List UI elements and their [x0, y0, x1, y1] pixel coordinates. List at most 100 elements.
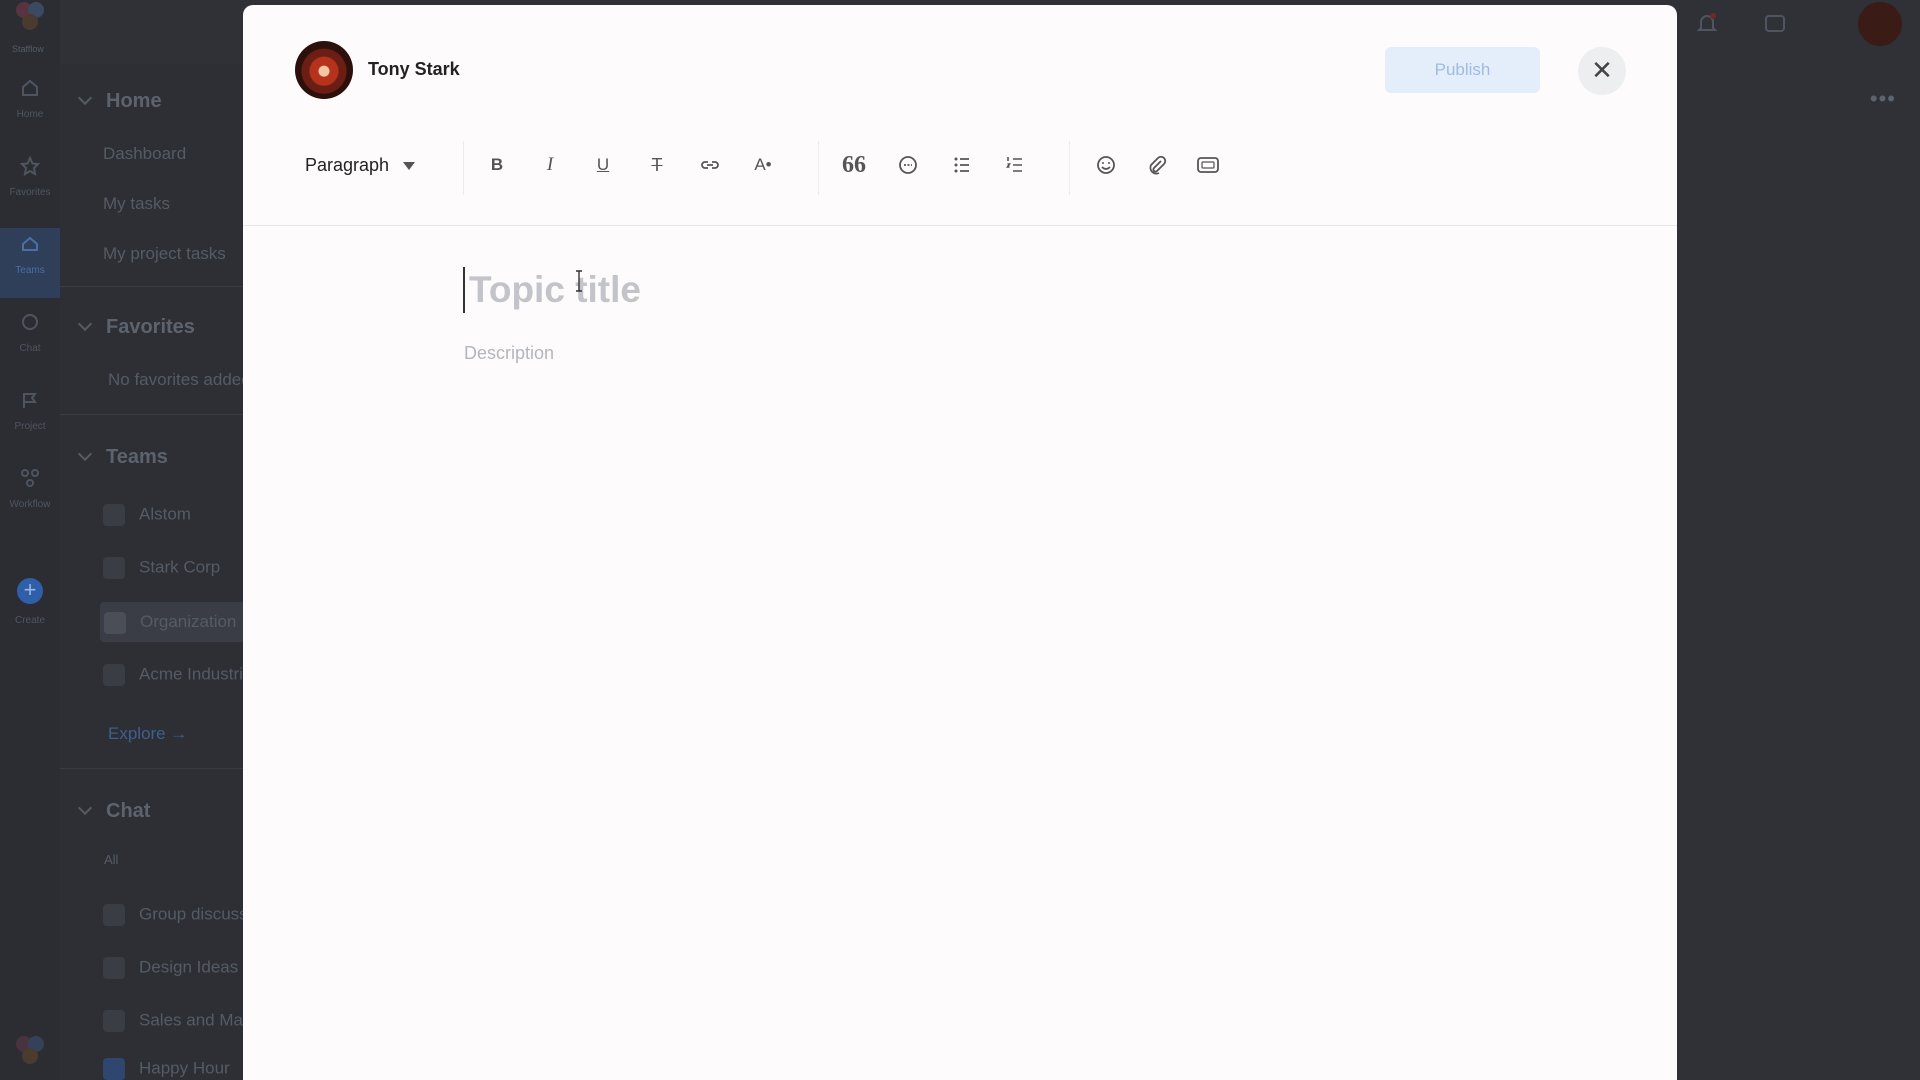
app-logo[interactable]: Stafflow	[12, 0, 48, 54]
author-avatar	[295, 41, 353, 99]
rail-item-workflow[interactable]: Workflow	[0, 462, 60, 532]
divider	[60, 286, 245, 287]
italic-button[interactable]: I	[532, 147, 568, 183]
user-avatar[interactable]	[1858, 2, 1902, 46]
chat-group-icon	[103, 957, 125, 979]
quote-icon: 66	[842, 152, 866, 178]
app-rail: Stafflow Home Favorites Teams Chat Proje…	[0, 0, 60, 1080]
publish-button[interactable]: Publish	[1385, 47, 1540, 93]
flag-icon	[23, 393, 37, 408]
sidebar-item-my-project-tasks[interactable]: My project tasks	[103, 244, 226, 264]
chat-group-icon	[103, 904, 125, 926]
chevron-down-icon	[77, 446, 93, 462]
rail-item-home[interactable]: Home	[0, 72, 60, 142]
rail-item-chat[interactable]: Chat	[0, 306, 60, 376]
rail-label: Create	[14, 615, 45, 626]
rail-item-teams[interactable]: Teams	[0, 228, 60, 298]
team-icon	[22, 236, 38, 251]
team-icon	[103, 664, 125, 686]
toolbar-divider	[463, 141, 464, 195]
team-icon	[103, 557, 125, 579]
workflow-icon	[21, 469, 39, 487]
rail-label: Favorites	[9, 187, 51, 198]
chevron-down-icon	[77, 90, 93, 106]
code-icon	[899, 156, 917, 174]
font-size-icon: A•	[754, 155, 772, 174]
caret-down-icon	[403, 162, 416, 171]
emoji-icon	[1097, 156, 1115, 174]
explore-link[interactable]: Explore →	[108, 724, 187, 744]
chat-icon	[22, 314, 38, 330]
link-button[interactable]	[692, 147, 728, 183]
gif-icon	[1197, 157, 1219, 173]
bulleted-list-button[interactable]	[944, 147, 980, 183]
description-input[interactable]: Description	[464, 343, 554, 364]
blockquote-button[interactable]: 66	[836, 147, 872, 183]
close-icon: ✕	[1591, 55, 1613, 85]
divider	[60, 414, 245, 415]
emoji-button[interactable]	[1088, 147, 1124, 183]
chevron-down-icon	[77, 316, 93, 332]
toolbar-divider	[818, 141, 819, 195]
numbered-list-button[interactable]	[997, 147, 1033, 183]
chat-group-icon	[103, 1010, 125, 1032]
plus-icon: +	[17, 578, 43, 604]
toolbar-divider	[1069, 141, 1070, 195]
team-item-organization[interactable]: Organization	[100, 602, 254, 642]
home-icon	[22, 79, 38, 96]
author-name: Tony Stark	[368, 59, 460, 79]
chat-filter-all[interactable]: All	[104, 852, 118, 867]
help-icon[interactable]	[1762, 12, 1788, 38]
chat-item-happy-hour[interactable]: Happy Hour	[103, 1058, 230, 1080]
strikethrough-icon: T	[651, 155, 663, 175]
create-topic-modal: Tony Stark Publish ✕ Paragraph B I U T A…	[243, 5, 1677, 1080]
modal-header: Tony Stark Publish ✕	[243, 5, 1677, 135]
sidebar-section-favorites[interactable]: Favorites	[77, 316, 195, 339]
bulleted-list-icon	[954, 157, 969, 173]
paperclip-icon	[1149, 155, 1167, 175]
bold-icon: B	[490, 155, 504, 174]
divider	[60, 768, 245, 769]
bold-button[interactable]: B	[479, 147, 515, 183]
chevron-down-icon	[77, 800, 93, 816]
gif-button[interactable]	[1190, 147, 1226, 183]
star-icon	[20, 156, 40, 176]
text-cursor-icon	[574, 270, 584, 292]
team-item-alstom[interactable]: Alstom	[103, 504, 191, 526]
underline-button[interactable]: U	[585, 147, 621, 183]
sidebar-item-my-tasks[interactable]: My tasks	[103, 194, 170, 214]
link-icon	[701, 161, 719, 169]
chat-group-icon	[103, 1058, 125, 1080]
sidebar-section-chat[interactable]: Chat	[77, 800, 150, 823]
italic-icon: I	[546, 154, 554, 175]
sidebar-section-home[interactable]: Home	[77, 90, 162, 113]
topic-title-input[interactable]: Topic title	[463, 267, 641, 313]
sidebar: Home Dashboard My tasks My project tasks…	[60, 64, 294, 1080]
attachment-button[interactable]	[1139, 147, 1175, 183]
rail-label: Teams	[15, 265, 45, 276]
sidebar-section-teams[interactable]: Teams	[77, 446, 168, 469]
rail-item-project[interactable]: Project	[0, 384, 60, 454]
editor-toolbar: Paragraph B I U T A• 66	[243, 135, 1677, 226]
strikethrough-button[interactable]: T	[639, 147, 675, 183]
team-item-stark-corp[interactable]: Stark Corp	[103, 557, 220, 579]
more-options-icon[interactable]: •••	[1870, 86, 1896, 112]
rail-label: Workflow	[9, 499, 51, 510]
chat-item-design-ideas[interactable]: Design Ideas	[103, 957, 238, 979]
paragraph-style-select[interactable]: Paragraph	[305, 155, 416, 176]
favorites-empty-text: No favorites added	[108, 370, 251, 389]
team-item-acme-industries[interactable]: Acme Industries	[103, 664, 261, 686]
team-icon	[103, 504, 125, 526]
sidebar-item-dashboard[interactable]: Dashboard	[103, 144, 186, 164]
paragraph-style-label: Paragraph	[305, 155, 390, 175]
close-button[interactable]: ✕	[1578, 47, 1626, 95]
team-icon	[104, 611, 126, 634]
code-button[interactable]	[890, 147, 926, 183]
bell-icon[interactable]	[1694, 12, 1720, 38]
rail-create-button[interactable]: + Create	[0, 574, 60, 644]
rail-label: Home	[16, 109, 44, 120]
footer-logo-icon	[16, 1036, 44, 1064]
logo-label: Stafflow	[12, 44, 44, 54]
font-size-button[interactable]: A•	[745, 147, 781, 183]
rail-item-favorites[interactable]: Favorites	[0, 150, 60, 220]
